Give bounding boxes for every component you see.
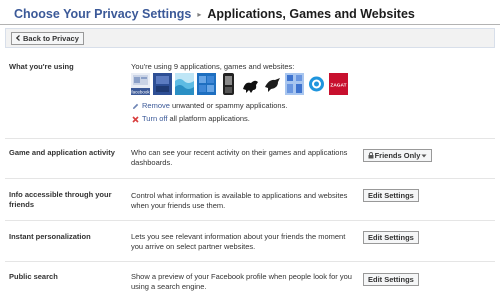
app-tile-blue-pattern[interactable]	[285, 73, 304, 95]
turn-off-link[interactable]: Turn off	[142, 114, 167, 124]
app-tile-zagat[interactable]: ZAGAT	[329, 73, 348, 95]
app-tile-wave[interactable]	[175, 73, 194, 95]
section-divider	[5, 220, 495, 221]
page-header: Choose Your Privacy Settings ▸ Applicati…	[14, 5, 415, 23]
section-divider	[5, 138, 495, 139]
app-tile-grid[interactable]	[197, 73, 216, 95]
facebook-logo-text: facebook	[131, 90, 150, 95]
turn-off-description: all platform applications.	[169, 114, 250, 123]
app-tile-blue[interactable]	[153, 73, 172, 95]
remove-link[interactable]: Remove	[142, 101, 170, 111]
instant-personalization-edit-button[interactable]: Edit Settings	[363, 231, 419, 244]
app-tile-bird[interactable]	[263, 73, 282, 95]
app-tile-animal[interactable]	[241, 73, 260, 95]
info-accessible-description: Control what information is available to…	[131, 191, 348, 210]
friends-only-label: Friends Only	[374, 151, 421, 160]
public-search-edit-button[interactable]: Edit Settings	[363, 273, 419, 286]
header-divider	[0, 24, 500, 25]
game-activity-label: Game and application activity	[9, 148, 115, 157]
page-title: Applications, Games and Websites	[207, 7, 415, 21]
app-icon-list: facebook ZAGAT	[131, 73, 348, 95]
privacy-settings-breadcrumb[interactable]: Choose Your Privacy Settings	[14, 7, 191, 21]
pencil-icon	[131, 102, 139, 110]
apps-summary-text: You're using 9 applications, games and w…	[131, 62, 295, 71]
app-tile-facebook[interactable]: facebook	[131, 73, 150, 95]
section-divider	[5, 178, 495, 179]
turn-off-line: Turn off all platform applications.	[131, 114, 250, 124]
info-accessible-label: Info accessible through your friends	[9, 190, 112, 209]
red-x-icon	[131, 115, 139, 123]
edit-settings-label: Edit Settings	[368, 233, 414, 242]
edit-settings-label: Edit Settings	[368, 275, 414, 284]
back-to-privacy-label: Back to Privacy	[23, 34, 79, 43]
edit-settings-label: Edit Settings	[368, 191, 414, 200]
info-accessible-edit-button[interactable]: Edit Settings	[363, 189, 419, 202]
what-youre-using-label: What you're using	[9, 62, 74, 71]
chevron-down-icon	[421, 154, 427, 158]
back-to-privacy-button[interactable]: Back to Privacy	[11, 32, 84, 45]
app-tile-phone[interactable]	[219, 73, 238, 95]
game-activity-description: Who can see your recent activity on thei…	[131, 148, 348, 167]
zagat-logo-text: ZAGAT	[330, 83, 346, 89]
instant-personalization-description: Lets you see relevant information about …	[131, 232, 346, 251]
friends-only-dropdown[interactable]: Friends Only	[363, 149, 432, 162]
lock-icon	[368, 152, 374, 159]
breadcrumb-separator-icon: ▸	[197, 9, 202, 19]
remove-apps-line: Remove unwanted or spammy applications.	[131, 101, 287, 111]
remove-description: unwanted or spammy applications.	[171, 101, 288, 110]
app-tile-circle[interactable]	[307, 73, 326, 95]
public-search-label: Public search	[9, 272, 58, 281]
toolbar: Back to Privacy	[5, 28, 495, 48]
section-divider	[5, 261, 495, 262]
instant-personalization-label: Instant personalization	[9, 232, 91, 241]
chevron-left-icon	[15, 34, 20, 43]
public-search-description: Show a preview of your Facebook profile …	[131, 272, 352, 291]
